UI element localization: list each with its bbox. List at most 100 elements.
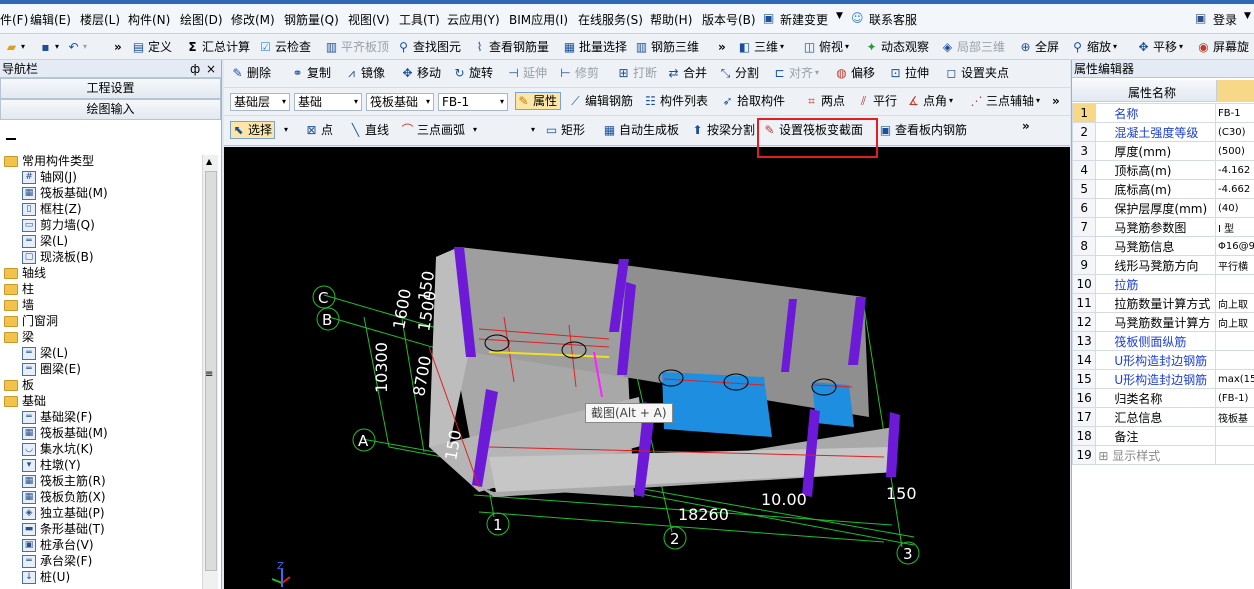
two-points-button[interactable]: ⌗ 两点 xyxy=(804,92,845,110)
property-row[interactable]: 1 名称 FB-1 xyxy=(1071,103,1254,123)
property-value[interactable]: -4.662 xyxy=(1214,179,1254,199)
scroll-up-icon[interactable]: ▲ xyxy=(206,157,212,166)
select-tool-dropdown-icon[interactable]: ▾ xyxy=(284,121,288,139)
property-row[interactable]: 11 拉筋数量计算方式 向上取 xyxy=(1071,293,1254,313)
menu-contact-support[interactable]: 联系客服 xyxy=(869,11,917,28)
tree-item[interactable]: ▾ 柱墩(Y) xyxy=(22,457,81,473)
align-button[interactable]: ⊏ 对齐 ▾ xyxy=(772,64,819,82)
tree-folder[interactable]: 常用构件类型 xyxy=(4,153,94,169)
property-row[interactable]: 6 保护层厚度(mm) (40) xyxy=(1071,198,1254,218)
collapse-icon[interactable] xyxy=(6,138,16,140)
login-dropdown-icon[interactable]: ▼ xyxy=(1244,11,1251,21)
local-3d-button[interactable]: ◈ 局部三维 xyxy=(940,38,1005,56)
login-button[interactable]: 登录 xyxy=(1213,11,1237,28)
point-tool-button[interactable]: ⊠ 点 xyxy=(304,121,333,139)
floor-select[interactable]: 基础层 ▾ xyxy=(230,93,290,111)
auto-generate-slab-button[interactable]: ▦ 自动生成板 xyxy=(602,121,679,139)
tree-item[interactable]: ▦ 筏板基础(M) xyxy=(22,425,108,441)
mirror-button[interactable]: ⩘ 镜像 xyxy=(344,64,385,82)
category-select[interactable]: 基础 ▾ xyxy=(294,93,362,111)
property-row[interactable]: 14 U形构造封边钢筋 xyxy=(1071,350,1254,370)
property-value[interactable]: 筏板基 xyxy=(1214,407,1254,427)
menu-draw[interactable]: 绘图(D) xyxy=(180,11,223,28)
dynamic-observe-button[interactable]: ✦ 动态观察 xyxy=(864,38,929,56)
property-value[interactable]: (40) xyxy=(1214,198,1254,218)
menu-tools[interactable]: 工具(T) xyxy=(399,11,440,28)
tree-item[interactable]: ▦ 筏板负筋(X) xyxy=(22,489,106,505)
tree-folder[interactable]: 墙 xyxy=(4,297,34,313)
property-value[interactable]: (FB-1) xyxy=(1214,388,1254,408)
tree-folder[interactable]: 板 xyxy=(4,377,34,393)
property-value[interactable] xyxy=(1214,350,1254,370)
property-value[interactable]: (500) xyxy=(1214,141,1254,161)
type-select[interactable]: 筏板基础 ▾ xyxy=(366,93,434,111)
trim-button[interactable]: ⊢ 修剪 xyxy=(558,64,599,82)
properties-button[interactable]: ✎ 属性 xyxy=(515,92,562,110)
tree-folder[interactable]: 轴线 xyxy=(4,265,46,281)
toolbar-overflow-chevron-2[interactable]: » xyxy=(718,38,726,56)
batch-select-button[interactable]: ▦ 批量选择 xyxy=(562,38,627,56)
tree-item[interactable]: ▯ 框柱(Z) xyxy=(22,201,82,217)
property-row[interactable]: 18 备注 xyxy=(1071,426,1254,446)
tree-item[interactable]: ▬ 条形基础(T) xyxy=(22,521,105,537)
tree-item[interactable]: ═ 承台梁(F) xyxy=(22,553,92,569)
tree-item[interactable]: ═ 基础梁(F) xyxy=(22,409,92,425)
rotate-button[interactable]: ↻ 旋转 xyxy=(452,64,493,82)
layer-toolbar-overflow-chevron[interactable]: » xyxy=(1052,92,1060,110)
tree-folder[interactable]: 基础 xyxy=(4,393,46,409)
property-row[interactable]: 17 汇总信息 筏板基 xyxy=(1071,407,1254,427)
property-row[interactable]: 16 归类名称 (FB-1) xyxy=(1071,388,1254,408)
menu-rebar-quantity[interactable]: 钢筋量(Q) xyxy=(284,11,339,28)
merge-button[interactable]: ⇄ 合并 xyxy=(666,64,707,82)
three-point-axis-button[interactable]: ⋰ 三点辅轴 ▾ xyxy=(969,92,1041,110)
tree-item[interactable]: ◈ 独立基础(P) xyxy=(22,505,105,521)
menu-online-service[interactable]: 在线服务(S) xyxy=(578,11,643,28)
stretch-button[interactable]: ⊡ 拉伸 xyxy=(888,64,929,82)
tree-item[interactable]: ↓ 桩(U) xyxy=(22,569,70,585)
component-list-button[interactable]: ☷ 构件列表 xyxy=(643,92,708,110)
top-view-button[interactable]: ◫ 俯视 ▾ xyxy=(802,38,849,56)
property-value[interactable] xyxy=(1214,426,1254,446)
line-tool-button[interactable]: ╲ 直线 xyxy=(348,121,389,139)
property-value[interactable]: -4.162 xyxy=(1214,160,1254,180)
tree-item[interactable]: ▦ 筏板主筋(R) xyxy=(22,473,106,489)
tree-item[interactable]: ═ 圈梁(E) xyxy=(22,361,81,377)
project-settings-button[interactable]: 工程设置 xyxy=(0,78,221,99)
pin-icon[interactable]: ф xyxy=(190,60,200,78)
property-row[interactable]: 2 混凝土强度等级 (C30) xyxy=(1071,122,1254,142)
tree-folder[interactable]: 门窗洞 xyxy=(4,313,58,329)
align-slab-top-button[interactable]: ▥ 平齐板顶 xyxy=(324,38,389,56)
property-row[interactable]: 4 顶标高(m) -4.162 xyxy=(1071,160,1254,180)
property-value[interactable]: Φ16@9 xyxy=(1214,236,1254,256)
define-button[interactable]: ▤ 定义 xyxy=(131,38,172,56)
tree-folder[interactable]: 柱 xyxy=(4,281,34,297)
menu-edit[interactable]: 编辑(E) xyxy=(30,11,71,28)
property-row[interactable]: 19 ⊞ 显示样式 xyxy=(1071,445,1254,465)
rebar-3d-button[interactable]: ▥ 钢筋三维 xyxy=(634,38,699,56)
property-row[interactable]: 9 线形马凳筋方向 平行横 xyxy=(1071,255,1254,275)
cloud-check-button[interactable]: ☑ 云检查 xyxy=(258,38,311,56)
tree-item[interactable]: ▭ 剪力墙(Q) xyxy=(22,217,95,233)
tree-item[interactable]: ▣ 桩承台(V) xyxy=(22,537,94,553)
arc-tool-button[interactable]: ⌒ 三点画弧 ▾ xyxy=(400,121,477,139)
split-by-beam-button[interactable]: ⬆ 按梁分割 xyxy=(690,121,755,139)
tree-item[interactable]: ═ 梁(L) xyxy=(22,345,68,361)
property-row[interactable]: 7 马凳筋参数图 I 型 xyxy=(1071,217,1254,237)
property-row[interactable]: 13 筏板侧面纵筋 xyxy=(1071,331,1254,351)
property-row[interactable]: 3 厚度(mm) (500) xyxy=(1071,141,1254,161)
3d-model-view[interactable]: 10300 8700 1600 1500 150 18260 150 150 1… xyxy=(224,147,1070,589)
copy-button[interactable]: ⚭ 复制 xyxy=(290,64,331,82)
summary-calc-button[interactable]: Σ 汇总计算 xyxy=(185,38,250,56)
property-value[interactable]: I 型 xyxy=(1214,217,1254,237)
draw-toolbar-overflow-chevron[interactable]: » xyxy=(1022,117,1030,135)
rectangle-tool-button[interactable]: ▭ 矩形 xyxy=(544,121,585,139)
tree-folder[interactable]: 梁 xyxy=(4,329,34,345)
property-row[interactable]: 15 U形构造封边钢筋 max(15 xyxy=(1071,369,1254,389)
property-value[interactable] xyxy=(1214,274,1254,294)
menu-modify[interactable]: 修改(M) xyxy=(231,11,275,28)
pick-component-button[interactable]: ➶ 拾取构件 xyxy=(720,92,785,110)
undo-button[interactable]: ↶ ▾ xyxy=(66,38,87,56)
property-value[interactable]: 向上取 xyxy=(1214,312,1254,332)
delete-button[interactable]: ✎ 删除 xyxy=(230,64,271,82)
property-row[interactable]: 8 马凳筋信息 Φ16@9 xyxy=(1071,236,1254,256)
